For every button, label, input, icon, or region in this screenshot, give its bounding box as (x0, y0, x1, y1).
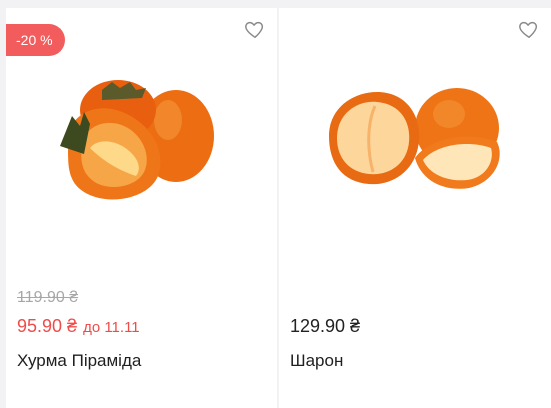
promo-until: до 11.11 (83, 319, 140, 336)
discount-badge: -20 % (6, 24, 65, 56)
product-grid: -20 % 119.90 ₴ 95.90 ₴ до 11.11 Хурма Пір… (0, 0, 551, 408)
sharon-fruit-image[interactable] (319, 80, 509, 195)
heart-outline-icon[interactable] (244, 18, 266, 40)
sale-price-row: 95.90 ₴ до 11.11 (17, 316, 140, 337)
sale-price: 95.90 ₴ (17, 316, 78, 336)
price: 129.90 ₴ (290, 316, 361, 336)
product-card-sharon[interactable]: 129.90 ₴ Шарон (279, 8, 551, 408)
product-name[interactable]: Шарон (290, 351, 343, 371)
old-price: 119.90 ₴ (17, 289, 79, 306)
heart-outline-icon[interactable] (518, 18, 540, 40)
product-card-persimmon-pyramid[interactable]: -20 % 119.90 ₴ 95.90 ₴ до 11.11 Хурма Пір… (6, 8, 277, 408)
persimmon-pyramid-image[interactable] (46, 68, 236, 208)
product-name[interactable]: Хурма Піраміда (17, 351, 141, 371)
